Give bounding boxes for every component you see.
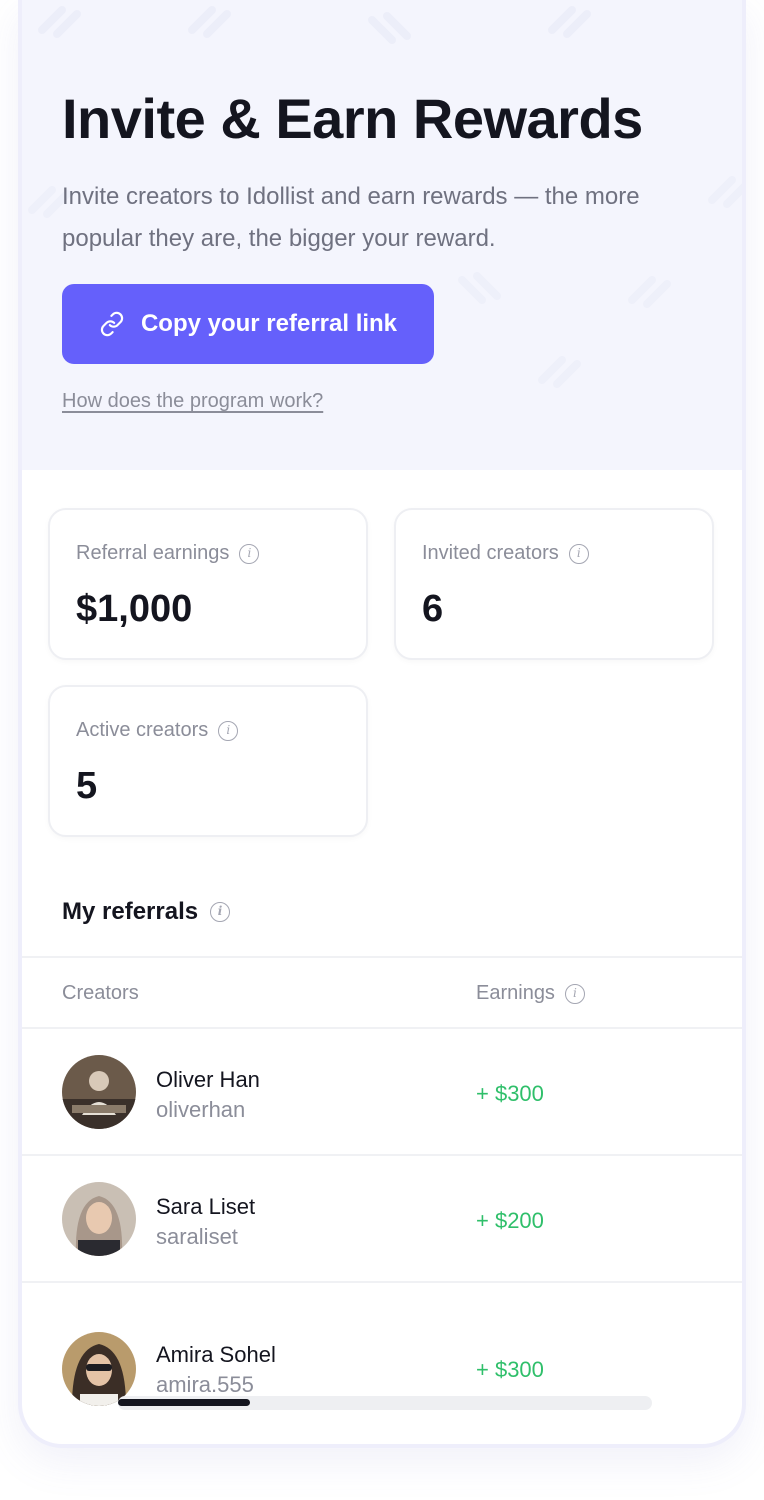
table-row[interactable]: Sara Liset saraliset + $200 (22, 1156, 742, 1282)
info-icon[interactable]: i (564, 983, 585, 1004)
hero-section: Invite & Earn Rewards Invite creators to… (22, 0, 742, 470)
phone-frame: Invite & Earn Rewards Invite creators to… (18, 0, 746, 1448)
scrollbar-thumb[interactable] (118, 1399, 250, 1406)
referral-name: Oliver Han (156, 1067, 260, 1092)
avatar (62, 1182, 136, 1256)
pattern-icon (702, 170, 742, 210)
referral-earnings: + $200 (476, 1208, 544, 1233)
referral-name: Amira Sohel (156, 1342, 276, 1367)
referral-earnings: + $300 (476, 1357, 544, 1382)
avatar (62, 1055, 136, 1129)
info-icon[interactable]: i (239, 543, 260, 564)
referral-handle: saraliset (156, 1224, 238, 1249)
stat-card-referral-earnings: Referral earnings i $1,000 (48, 508, 368, 660)
info-icon[interactable]: i (568, 543, 589, 564)
referral-name: Sara Liset (156, 1194, 256, 1219)
column-header-creators-label: Creators (62, 982, 139, 1004)
pattern-icon (622, 270, 692, 310)
referral-handle: oliverhan (156, 1097, 246, 1122)
stat-value: 6 (422, 588, 444, 630)
copy-referral-link-label: Copy your referral link (140, 310, 398, 337)
referral-handle: amira.555 (156, 1372, 254, 1397)
table-row[interactable]: Oliver Han oliverhan + $300 (22, 1029, 742, 1155)
stat-label-text: Referral earnings (76, 542, 230, 564)
divider (22, 956, 742, 958)
page-subtitle: Invite creators to Idollist and earn rew… (62, 183, 640, 252)
stat-label: Invited creators i (422, 542, 589, 565)
pattern-icon (532, 350, 602, 390)
copy-referral-link-button[interactable]: Copy your referral link (62, 284, 434, 364)
referrals-title-text: My referrals (62, 898, 199, 925)
stat-value: 5 (76, 765, 98, 807)
stat-label: Active creators i (76, 719, 239, 742)
info-icon[interactable]: i (210, 902, 231, 922)
column-header-earnings: Earnings i (476, 982, 585, 1005)
stat-label: Referral earnings i (76, 542, 260, 565)
page-title: Invite & Earn Rewards (62, 87, 643, 150)
pattern-icon (32, 0, 102, 40)
stat-card-active-creators: Active creators i 5 (48, 685, 368, 837)
how-it-works-link[interactable]: How does the program work? (62, 390, 323, 413)
table-row[interactable]: Amira Sohel amira.555 + $300 (22, 1304, 742, 1430)
stat-label-text: Invited creators (422, 542, 559, 564)
horizontal-scrollbar[interactable] (118, 1396, 652, 1410)
pattern-icon (182, 0, 252, 40)
pattern-icon (362, 10, 432, 50)
referral-earnings: + $300 (476, 1081, 544, 1106)
info-icon[interactable]: i (218, 720, 239, 741)
pattern-icon (542, 0, 612, 40)
pattern-icon (452, 270, 522, 310)
stat-label-text: Active creators (76, 719, 209, 741)
divider (22, 1281, 742, 1283)
column-header-creators: Creators (62, 982, 139, 1005)
avatar (62, 1332, 136, 1406)
stat-value: $1,000 (76, 588, 193, 630)
link-icon (99, 311, 125, 337)
referrals-section-title: My referrals i (62, 898, 231, 926)
stat-card-invited-creators: Invited creators i 6 (394, 508, 714, 660)
column-header-earnings-label: Earnings (476, 982, 555, 1004)
